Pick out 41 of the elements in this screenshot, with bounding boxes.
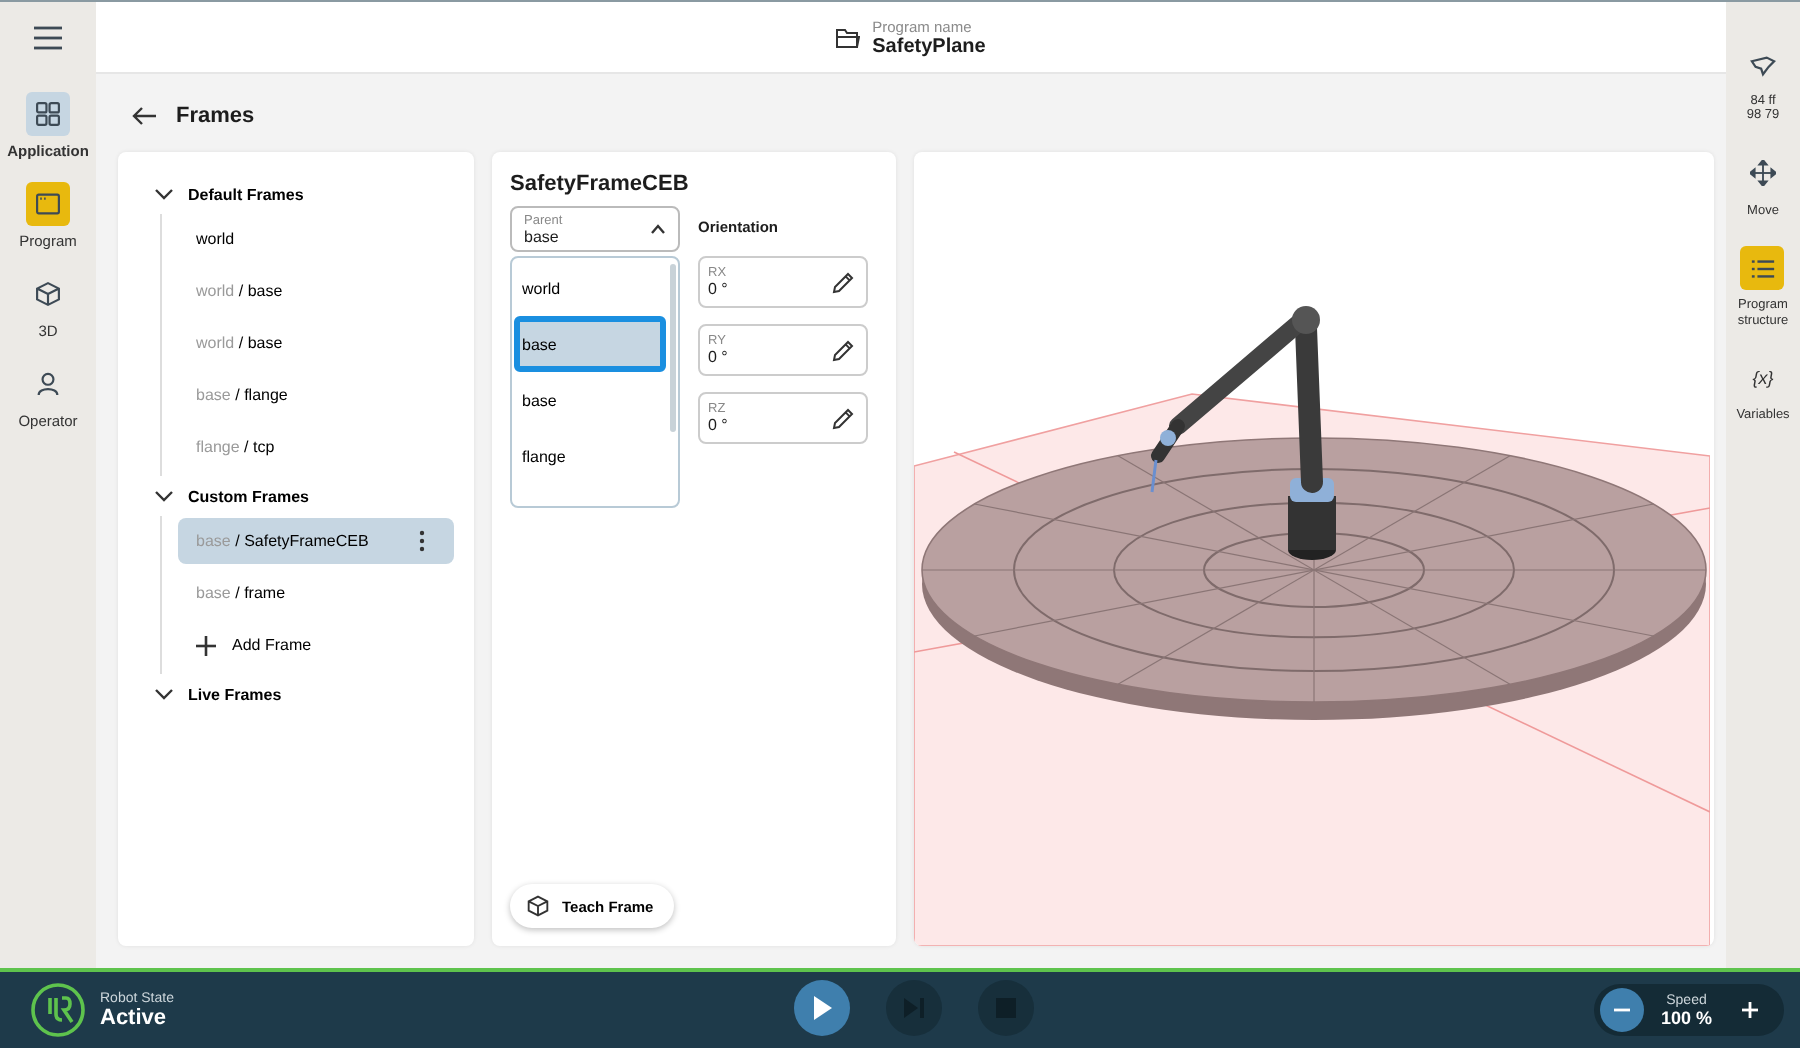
- frame-title: SafetyFrameCEB: [510, 172, 691, 196]
- add-frame-button[interactable]: Add Frame: [196, 622, 474, 668]
- back-arrow-icon[interactable]: [132, 106, 156, 126]
- grid-icon: [34, 100, 62, 128]
- dropdown-option[interactable]: flange: [514, 428, 666, 484]
- pencil-icon[interactable]: [832, 271, 854, 293]
- dropdown-option[interactable]: world: [514, 260, 666, 316]
- window-icon: [33, 190, 62, 218]
- menu-icon[interactable]: [34, 26, 62, 50]
- tree-group-header[interactable]: Custom Frames: [118, 476, 474, 516]
- page-title: Frames: [176, 104, 255, 128]
- tree-item[interactable]: world: [178, 216, 454, 262]
- tree-item[interactable]: flange / tcp: [178, 424, 454, 470]
- folder-icon: [836, 27, 861, 47]
- tree-item[interactable]: base / frame: [178, 570, 454, 616]
- cube-icon: [34, 280, 62, 308]
- list-icon: [1749, 255, 1776, 282]
- tree-item[interactable]: base / SafetyFrameCEB: [178, 518, 454, 564]
- tree-group-header[interactable]: Live Frames: [118, 674, 474, 714]
- decrease-speed-button[interactable]: [1600, 988, 1645, 1032]
- dropdown-option[interactable]: base: [514, 372, 666, 428]
- arrows-icon: [1750, 160, 1776, 187]
- kebab-menu-icon[interactable]: [418, 530, 426, 552]
- plus-icon: [1740, 1000, 1760, 1020]
- tree-group-header[interactable]: Default Frames: [118, 174, 474, 214]
- logo-icon: [30, 982, 86, 1038]
- program-name: SafetyPlane: [872, 35, 986, 57]
- 3d-viewport[interactable]: [914, 152, 1714, 946]
- pencil-icon[interactable]: [832, 339, 854, 361]
- play-icon: [810, 996, 834, 1020]
- pencil-icon[interactable]: [832, 407, 854, 429]
- tree-item[interactable]: world / base: [178, 320, 454, 366]
- speed-value: 100 %: [1660, 1007, 1712, 1027]
- cube-icon: [526, 894, 550, 918]
- dropdown-option[interactable]: base: [514, 316, 666, 372]
- play-button[interactable]: [794, 980, 850, 1036]
- person-icon: [33, 370, 62, 398]
- tree-item[interactable]: base / flange: [178, 372, 454, 418]
- tree-item[interactable]: world / base: [178, 268, 454, 314]
- plus-icon: [196, 635, 216, 655]
- robot-state-value: Active: [100, 1005, 169, 1029]
